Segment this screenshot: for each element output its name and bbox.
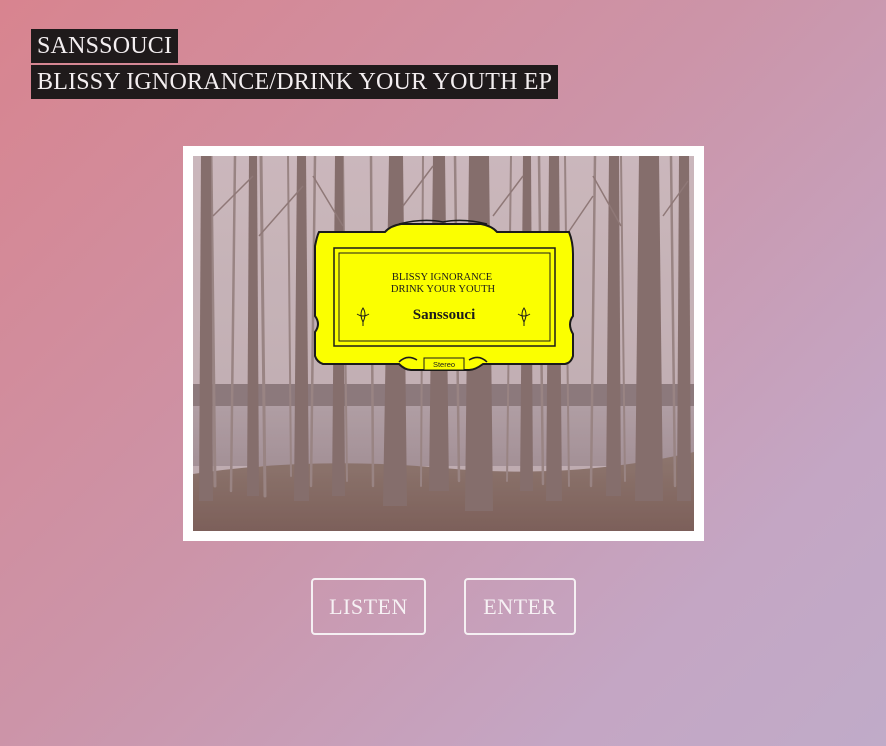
label-title-line-1: BLISSY IGNORANCE (392, 272, 492, 283)
artist-name: SANSSOUCI (31, 29, 179, 63)
release-title-block: SANSSOUCI BLISSY IGNORANCE/DRINK YOUR YO… (31, 29, 559, 99)
vintage-label: BLISSY IGNORANCE DRINK YOUR YOUTH Sansso… (314, 219, 574, 371)
label-title-line-2: DRINK YOUR YOUTH (391, 284, 496, 295)
label-plate (314, 223, 574, 371)
album-cover-frame: BLISSY IGNORANCE DRINK YOUR YOUTH Sansso… (183, 146, 704, 541)
listen-button[interactable]: LISTEN (311, 578, 426, 635)
label-badge: Stereo (433, 360, 455, 369)
album-cover: BLISSY IGNORANCE DRINK YOUR YOUTH Sansso… (193, 156, 694, 531)
release-title: BLISSY IGNORANCE/DRINK YOUR YOUTH EP (31, 65, 559, 99)
enter-button[interactable]: ENTER (464, 578, 576, 635)
label-artist: Sanssouci (413, 307, 476, 323)
